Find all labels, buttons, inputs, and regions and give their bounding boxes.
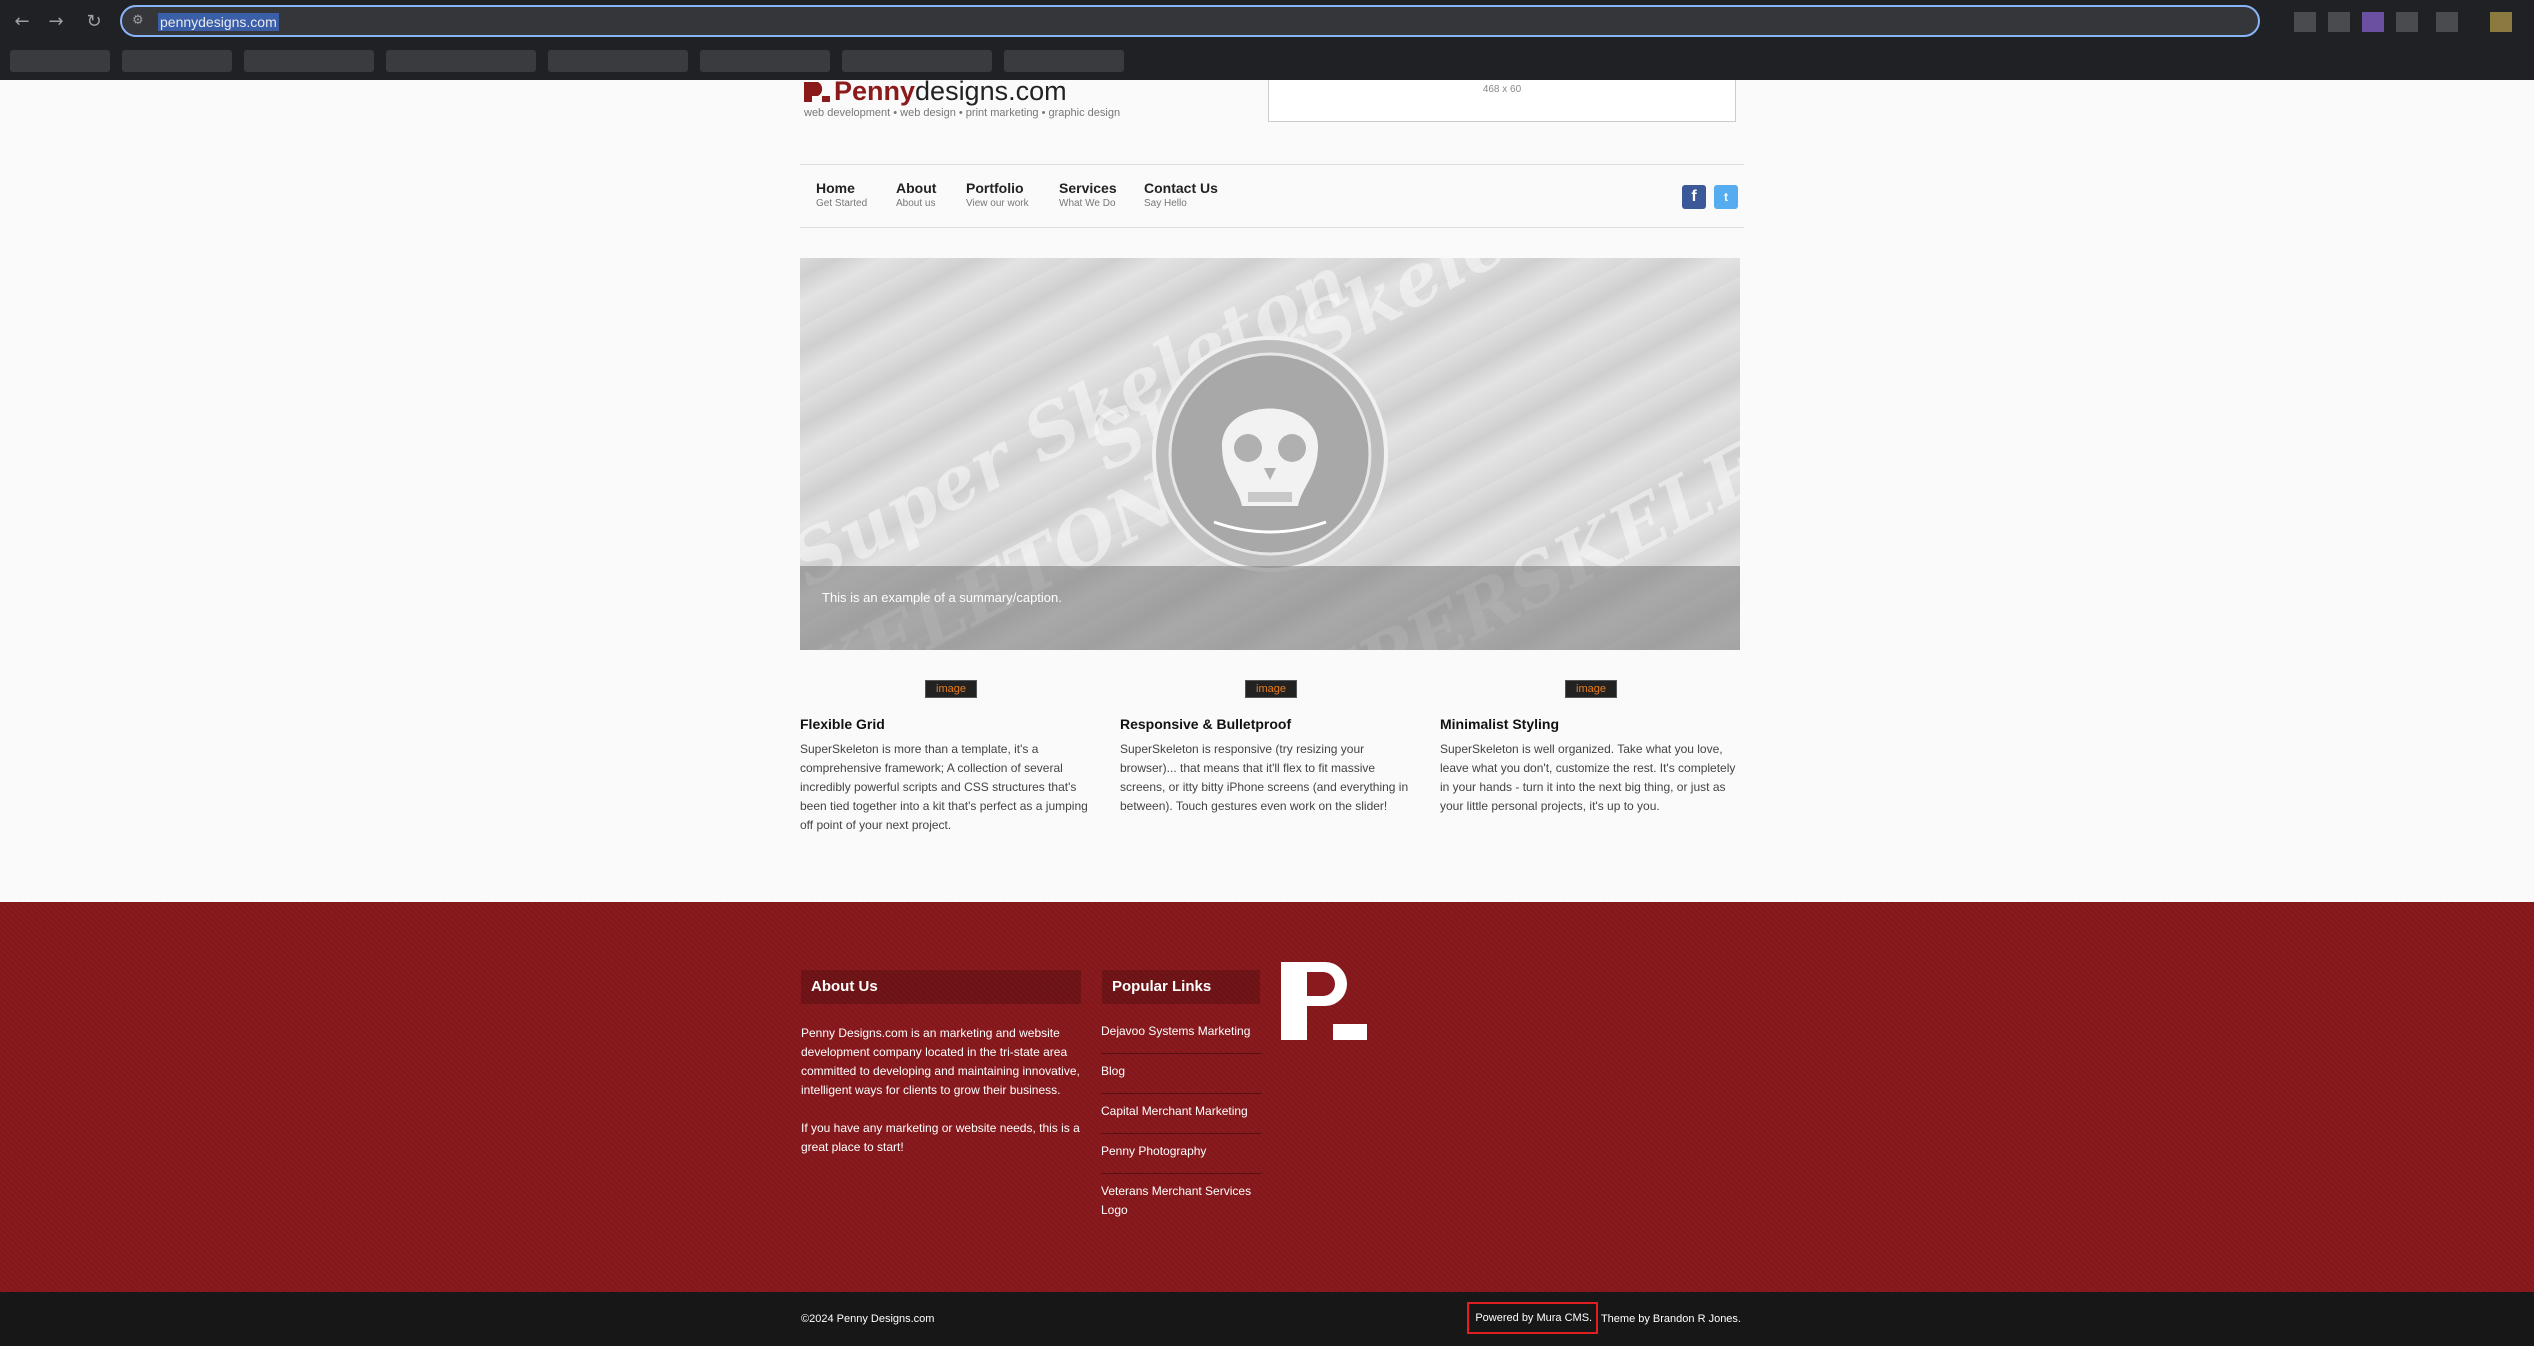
- about-paragraph: Penny Designs.com is an marketing and we…: [801, 1026, 1080, 1097]
- nav-title: Portfolio: [966, 180, 1024, 196]
- reload-icon[interactable]: ↻: [82, 10, 106, 34]
- footer-container: About Us Penny Designs.com is an marketi…: [800, 902, 1744, 1292]
- twitter-icon[interactable]: t: [1714, 185, 1738, 209]
- feature-text: SuperSkeleton is more than a template, i…: [800, 742, 1088, 832]
- nav-title: About: [896, 180, 937, 196]
- bookmark-item[interactable]: [386, 50, 536, 72]
- nav-home[interactable]: Home Get Started: [816, 180, 867, 209]
- bottom-bar: ©2024 Penny Designs.com Powered by Mura …: [0, 1292, 2534, 1346]
- main-nav: Home Get Started About About us Portfoli…: [800, 164, 1744, 228]
- theme-credit[interactable]: Theme by Brandon R Jones.: [1598, 1313, 1741, 1325]
- logo-suffix: designs.com: [915, 76, 1067, 106]
- url-text[interactable]: pennydesigns.com: [158, 13, 279, 31]
- profile-avatar[interactable]: [2490, 12, 2512, 32]
- nav-subtitle: About us: [896, 198, 936, 209]
- site-tagline: web development • web design • print mar…: [804, 107, 1121, 119]
- slider-caption: This is an example of a summary/caption.: [800, 566, 1740, 650]
- nav-contact[interactable]: Contact Us Say Hello: [1144, 180, 1218, 209]
- penny-logo-mark-icon: [804, 82, 830, 102]
- address-bar[interactable]: ⚙ pennydesigns.com: [120, 5, 2260, 37]
- feature-title: Minimalist Styling: [1440, 716, 1560, 732]
- bookmark-item[interactable]: [10, 50, 110, 72]
- feature-title: Responsive & Bulletproof: [1120, 716, 1292, 732]
- logo-brand: Penny: [834, 76, 916, 106]
- forward-icon[interactable]: →: [44, 10, 68, 34]
- footer-link[interactable]: Capital Merchant Marketing: [1101, 1094, 1261, 1134]
- bookmark-item[interactable]: [700, 50, 830, 72]
- nav-portfolio[interactable]: Portfolio View our work: [966, 180, 1029, 209]
- bookmark-item[interactable]: [842, 50, 992, 72]
- extension-icon[interactable]: [2294, 12, 2316, 32]
- broken-image: image: [925, 680, 977, 698]
- bookmark-item[interactable]: [122, 50, 232, 72]
- popular-links-heading: Popular Links: [1102, 970, 1260, 1004]
- feature-text: SuperSkeleton is well organized. Take wh…: [1440, 742, 1736, 813]
- nav-subtitle: Get Started: [816, 198, 868, 209]
- about-heading: About Us: [801, 970, 1081, 1004]
- caption-text: This is an example of a summary/caption.: [822, 590, 1062, 605]
- bookmark-item[interactable]: [1004, 50, 1124, 72]
- about-paragraph: If you have any marketing or website nee…: [801, 1121, 1080, 1154]
- popular-links-list: Dejavoo Systems Marketing Blog Capital M…: [1101, 1014, 1261, 1232]
- ad-banner[interactable]: 468 x 60: [1268, 80, 1736, 122]
- bottom-container: ©2024 Penny Designs.com Powered by Mura …: [800, 1292, 1744, 1346]
- extension-icon[interactable]: [2328, 12, 2350, 32]
- browser-toolbar: ← → ↻ ⚙ pennydesigns.com: [0, 0, 2534, 80]
- footer-link[interactable]: Dejavoo Systems Marketing: [1101, 1014, 1261, 1054]
- footer-link[interactable]: Blog: [1101, 1054, 1261, 1094]
- nav-subtitle: Say Hello: [1144, 198, 1187, 209]
- powered-by-link[interactable]: Powered by Mura CMS.: [1467, 1302, 1599, 1334]
- broken-image: image: [1245, 680, 1297, 698]
- broken-image: image: [1565, 680, 1617, 698]
- about-text: Penny Designs.com is an marketing and we…: [801, 1024, 1081, 1157]
- facebook-icon[interactable]: f: [1682, 185, 1706, 209]
- nav-about[interactable]: About About us: [896, 180, 936, 209]
- web-page: Pennydesigns.com web development • web d…: [0, 76, 2534, 1346]
- image-slider[interactable]: Super Skeleton SuperSkeleton SUPERSKELET…: [800, 258, 1740, 650]
- image-alt-text: image: [1256, 683, 1286, 695]
- bookmark-item[interactable]: [244, 50, 374, 72]
- feature-title: Flexible Grid: [800, 716, 885, 732]
- image-alt-text: image: [1576, 683, 1606, 695]
- nav-title: Home: [816, 180, 855, 196]
- copyright-text: ©2024 Penny Designs.com: [801, 1313, 935, 1325]
- nav-title: Contact Us: [1144, 180, 1218, 196]
- footer-link[interactable]: Veterans Merchant Services Logo: [1101, 1174, 1261, 1232]
- credits: Powered by Mura CMS. Theme by Brandon R …: [1467, 1302, 1741, 1334]
- footer-link[interactable]: Penny Photography: [1101, 1134, 1261, 1174]
- site-info-icon[interactable]: ⚙: [132, 12, 150, 30]
- bookmark-item[interactable]: [548, 50, 688, 72]
- feature-text: SuperSkeleton is responsive (try resizin…: [1120, 742, 1409, 813]
- logo-wordmark: Pennydesigns.com: [834, 76, 1067, 107]
- site-footer: About Us Penny Designs.com is an marketi…: [0, 902, 2534, 1292]
- nav-subtitle: View our work: [966, 198, 1029, 209]
- bookmarks-bar: [0, 44, 2534, 80]
- nav-services[interactable]: Services What We Do: [1059, 180, 1117, 209]
- back-icon[interactable]: ←: [10, 10, 34, 34]
- image-alt-text: image: [936, 683, 966, 695]
- extension-icon[interactable]: [2362, 12, 2384, 32]
- extension-icon[interactable]: [2396, 12, 2418, 32]
- ad-size-label: 468 x 60: [1482, 84, 1522, 95]
- penny-logo-mark-icon: [1281, 962, 1367, 1040]
- nav-subtitle: What We Do: [1059, 198, 1116, 209]
- extension-icon[interactable]: [2436, 12, 2458, 32]
- skull-badge-icon: [1152, 336, 1388, 572]
- nav-title: Services: [1059, 180, 1117, 196]
